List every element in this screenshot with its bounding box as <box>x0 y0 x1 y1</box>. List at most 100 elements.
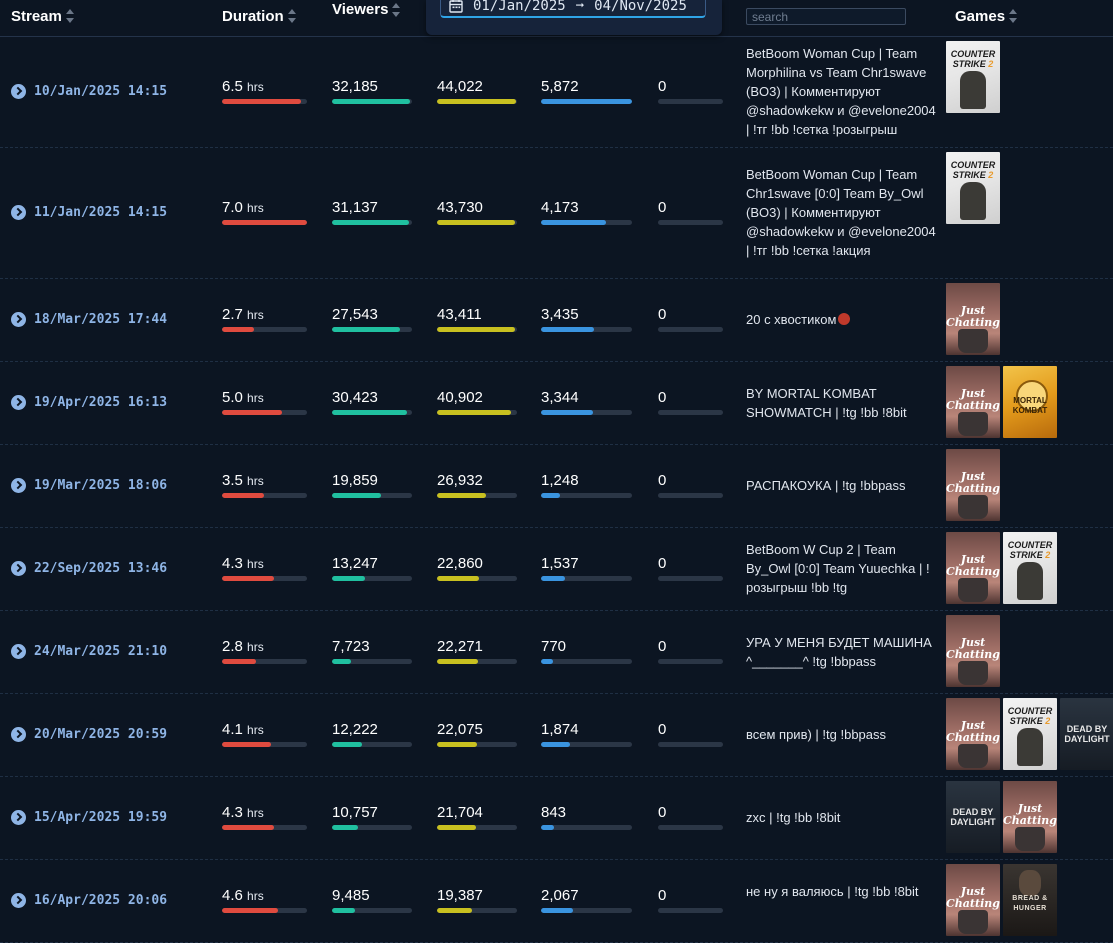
stream-link[interactable]: 19/Mar/2025 18:06 <box>11 477 167 493</box>
just-chatting-cover-icon[interactable]: Just Chatting <box>946 698 1000 770</box>
avg-viewers-bar-fill <box>332 219 409 225</box>
table-row[interactable]: 20/Mar/2025 20:59 4.1 hrs 12,222 22,075 1,87… <box>0 693 1113 777</box>
game-cover-label: COUNTER STRIKE 2 <box>950 160 996 180</box>
stream-link[interactable]: 22/Sep/2025 13:46 <box>11 560 167 576</box>
peak-viewers-number: 26,932 <box>437 471 483 489</box>
extra-metric-value: 0 <box>658 389 723 407</box>
dead-by-daylight-cover-icon[interactable]: DEAD BY DAYLIGHT <box>946 781 1000 853</box>
duration-bar <box>222 575 307 581</box>
play-circle-icon <box>11 394 26 410</box>
just-chatting-cover-icon[interactable]: Just Chatting <box>946 615 1000 687</box>
just-chatting-cover-icon[interactable]: Just Chatting <box>946 283 1000 355</box>
peak-viewers-number: 21,704 <box>437 803 483 821</box>
peak-viewers-bar <box>437 824 517 830</box>
stream-title: BY MORTAL KOMBAT SHOWMATCH | !tg !bb !8b… <box>746 384 942 422</box>
game-list: Just Chatting <box>946 449 1000 521</box>
search-input[interactable] <box>746 8 906 25</box>
duration-bar-fill <box>222 492 264 498</box>
table-row[interactable]: 22/Sep/2025 13:46 4.3 hrs 13,247 22,860 1,53… <box>0 527 1113 611</box>
date-range-picker[interactable]: 01/Jan/2025 ➞ 04/Nov/2025 <box>440 0 706 18</box>
stream-link[interactable]: 19/Apr/2025 16:13 <box>11 394 167 410</box>
table-row[interactable]: 11/Jan/2025 14:15 7.0 hrs 31,137 43,730 4,17… <box>0 147 1113 279</box>
table-row[interactable]: 16/Apr/2025 20:06 4.6 hrs 9,485 19,387 2,067… <box>0 859 1113 943</box>
duration-bar-fill <box>222 658 256 664</box>
peak-viewers-cell: 26,932 <box>437 472 517 498</box>
cs2-cover-icon[interactable]: COUNTER STRIKE 2 <box>1003 532 1057 604</box>
column-header-stream[interactable]: Stream <box>11 0 75 32</box>
avg-viewers-value: 30,423 <box>332 389 412 407</box>
extra-metric-value: 0 <box>658 887 723 905</box>
table-row[interactable]: 18/Mar/2025 17:44 2.7 hrs 27,543 43,411 3,43… <box>0 278 1113 362</box>
table-row[interactable]: 19/Apr/2025 16:13 5.0 hrs 30,423 40,902 3,34… <box>0 361 1113 445</box>
stream-title-text: РАСПАКОУКА | !tg !bbpass <box>746 478 906 493</box>
just-chatting-cover-icon[interactable]: Just Chatting <box>946 366 1000 438</box>
mug-figure <box>958 661 988 685</box>
table-row[interactable]: 15/Apr/2025 19:59 4.3 hrs 10,757 21,704 843 0… <box>0 776 1113 860</box>
just-chatting-cover-icon[interactable]: Just Chatting <box>1003 781 1057 853</box>
just-chatting-cover-icon[interactable]: Just Chatting <box>946 864 1000 936</box>
stream-link[interactable]: 18/Mar/2025 17:44 <box>11 311 167 327</box>
column-header-avg-viewers[interactable]: g Viewers <box>332 0 401 26</box>
stream-header-label: Stream <box>11 7 62 25</box>
play-circle-icon <box>11 809 26 825</box>
bread-and-hunger-cover-icon[interactable]: BREAD & HUNGER <box>1003 864 1057 936</box>
mug-figure <box>958 495 988 519</box>
column-header-games[interactable]: Games <box>955 0 1018 32</box>
avg-viewers-cell: 9,485 <box>332 887 412 913</box>
peak-viewers-number: 22,075 <box>437 720 483 738</box>
followers-number: 1,248 <box>541 471 579 489</box>
stream-link[interactable]: 15/Apr/2025 19:59 <box>11 809 167 825</box>
table-row[interactable]: 10/Jan/2025 14:15 6.5 hrs 32,185 44,022 5,87… <box>0 36 1113 148</box>
followers-bar-fill <box>541 575 565 581</box>
stream-link[interactable]: 11/Jan/2025 14:15 <box>11 204 167 220</box>
avg-viewers-cell: 12,222 <box>332 721 412 747</box>
stream-date: 24/Mar/2025 21:10 <box>34 643 168 659</box>
peak-viewers-bar <box>437 575 517 581</box>
followers-value: 1,248 <box>541 472 632 490</box>
duration-cell: 4.3 hrs <box>222 555 307 581</box>
stream-link[interactable]: 24/Mar/2025 21:10 <box>11 643 168 659</box>
followers-value: 4,173 <box>541 199 632 217</box>
followers-bar <box>541 492 632 498</box>
peak-viewers-number: 43,411 <box>437 305 482 323</box>
game-cover-label: MORTAL KOMBAT <box>1012 396 1048 415</box>
avg-viewers-cell: 31,137 <box>332 199 412 225</box>
mortal-kombat-cover-icon[interactable]: MORTAL KOMBAT <box>1003 366 1057 438</box>
just-chatting-cover-icon[interactable]: Just Chatting <box>946 532 1000 604</box>
duration-unit: hrs <box>247 390 264 405</box>
peak-viewers-value: 40,902 <box>437 389 517 407</box>
cs2-cover-icon[interactable]: COUNTER STRIKE 2 <box>1003 698 1057 770</box>
devil-emoji-icon <box>838 313 851 325</box>
table-row[interactable]: 24/Mar/2025 21:10 2.8 hrs 7,723 22,271 770 0 У… <box>0 610 1113 694</box>
avg-viewers-value: 31,137 <box>332 199 412 217</box>
duration-cell: 4.1 hrs <box>222 721 307 747</box>
game-list: COUNTER STRIKE 2 <box>946 41 1000 113</box>
stream-link[interactable]: 20/Mar/2025 20:59 <box>11 726 167 742</box>
duration-unit: hrs <box>247 805 264 820</box>
cs2-cover-icon[interactable]: COUNTER STRIKE 2 <box>946 41 1000 113</box>
extra-metric-value: 0 <box>658 306 723 324</box>
dead-by-daylight-cover-icon[interactable]: DEAD BY DAYLIGHT <box>1060 698 1113 770</box>
duration-cell: 4.3 hrs <box>222 804 307 830</box>
game-cover-label: Just Chatting <box>946 304 1000 329</box>
date-range-popup: 01/Jan/2025 ➞ 04/Nov/2025 <box>426 0 722 35</box>
table-row[interactable]: 19/Mar/2025 18:06 3.5 hrs 19,859 26,932 1,24… <box>0 444 1113 528</box>
avg-viewers-bar-fill <box>332 326 400 332</box>
cs2-cover-icon[interactable]: COUNTER STRIKE 2 <box>946 152 1000 224</box>
followers-number: 2,067 <box>541 886 579 904</box>
just-chatting-cover-icon[interactable]: Just Chatting <box>946 449 1000 521</box>
duration-value: 2.8 hrs <box>222 638 307 656</box>
stream-link[interactable]: 10/Jan/2025 14:15 <box>11 83 167 99</box>
game-cover-label: Just Chatting <box>946 553 1000 578</box>
followers-bar <box>541 409 632 415</box>
avg-viewers-cell: 13,247 <box>332 555 412 581</box>
column-header-duration[interactable]: Duration <box>222 0 297 32</box>
play-circle-icon <box>11 477 26 493</box>
stream-date: 16/Apr/2025 20:06 <box>34 892 168 908</box>
game-list: DEAD BY DAYLIGHT Just Chatting <box>946 781 1057 853</box>
peak-viewers-number: 22,271 <box>437 637 483 655</box>
stream-link[interactable]: 16/Apr/2025 20:06 <box>11 892 168 908</box>
game-cover-label: COUNTER STRIKE 2 <box>1007 706 1053 726</box>
followers-number: 3,435 <box>541 305 579 323</box>
extra-metric-bar <box>658 219 723 225</box>
